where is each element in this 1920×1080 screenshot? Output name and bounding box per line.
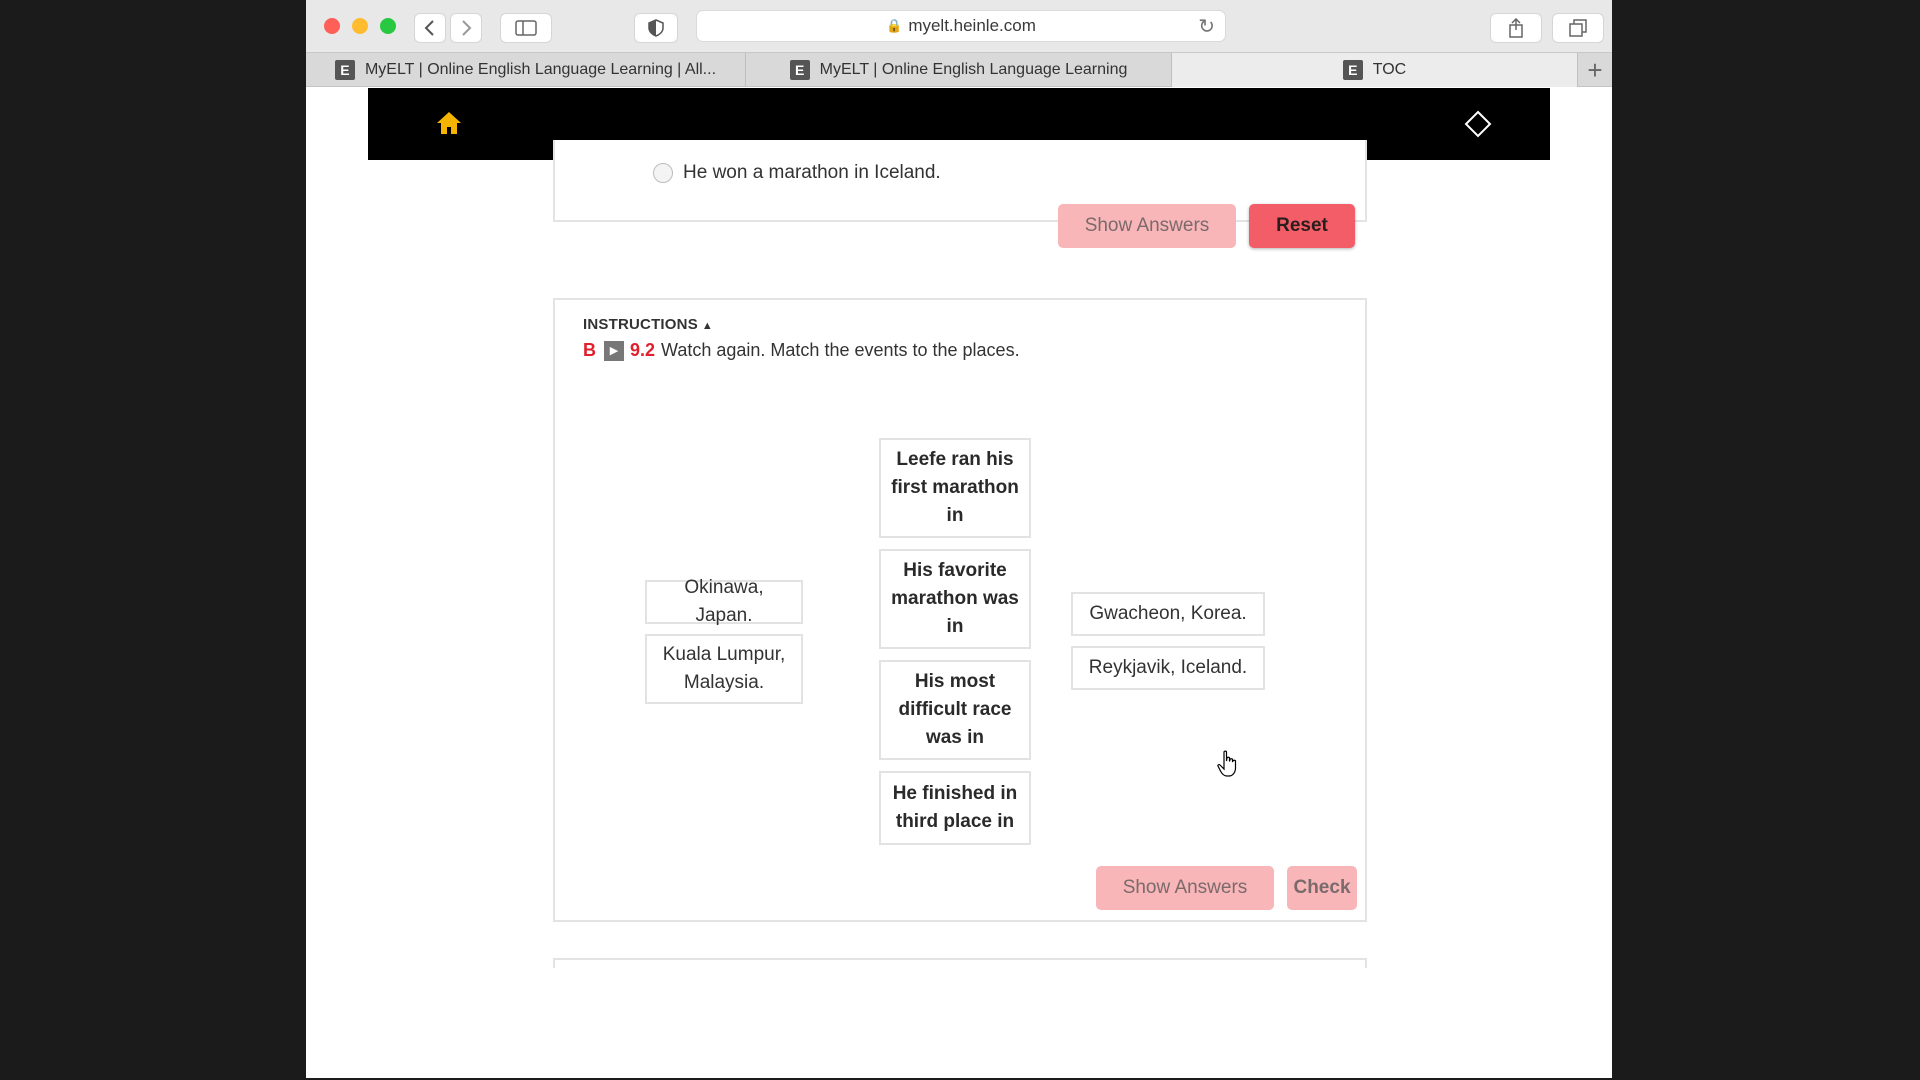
tabs-overview-button[interactable]	[1552, 13, 1604, 43]
tab-favicon: E	[334, 60, 355, 80]
triangle-up-icon: ▲	[701, 320, 713, 332]
answer-option-label: He won a marathon in Iceland.	[683, 162, 941, 183]
draggable-place-gwacheon[interactable]: Gwacheon, Korea.	[1071, 592, 1265, 636]
radio-button[interactable]	[653, 163, 673, 183]
back-button[interactable]	[414, 13, 446, 43]
share-icon	[1509, 18, 1523, 38]
chevron-left-icon	[424, 20, 434, 36]
sidebar-icon	[515, 20, 537, 36]
draggable-place-kuala-lumpur[interactable]: Kuala Lumpur, Malaysia.	[645, 634, 803, 704]
answer-option[interactable]: He won a marathon in Iceland.	[653, 162, 941, 184]
new-tab-button[interactable]: +	[1578, 53, 1612, 87]
show-answers-button[interactable]: Show Answers	[1058, 204, 1236, 248]
reload-icon[interactable]: ↻	[1198, 14, 1215, 39]
instructions-toggle[interactable]: INSTRUCTIONS ▲	[583, 316, 713, 333]
exercise-b-card: INSTRUCTIONS ▲ B ▶ 9.2 Watch again. Match…	[553, 298, 1367, 922]
diamond-icon[interactable]	[1464, 110, 1492, 138]
show-answers-button[interactable]: Show Answers	[1096, 866, 1274, 910]
close-window-button[interactable]	[324, 18, 340, 34]
tab-myelt-all[interactable]: E MyELT | Online English Language Learni…	[306, 53, 746, 87]
exercise-letter: B	[583, 340, 596, 360]
address-bar[interactable]: 🔒 myelt.heinle.com ↻	[696, 10, 1226, 42]
hand-cursor-icon	[1217, 750, 1237, 777]
minimize-window-button[interactable]	[352, 18, 368, 34]
previous-exercise-card: He won a marathon in Iceland. Show Answe…	[553, 140, 1367, 248]
video-number: 9.2	[630, 340, 656, 360]
video-play-icon[interactable]: ▶	[604, 340, 624, 361]
match-prompt[interactable]: Leefe ran his first marathon in	[879, 438, 1031, 538]
home-icon[interactable]	[436, 110, 462, 136]
tab-toc[interactable]: E TOC	[1172, 53, 1578, 87]
shield-icon	[648, 19, 664, 37]
tab-title: MyELT | Online English Language Learning…	[364, 61, 717, 78]
tab-favicon: E	[1342, 60, 1363, 80]
match-prompt[interactable]: His favorite marathon was in	[879, 549, 1031, 649]
url-text: myelt.heinle.com	[908, 16, 1036, 35]
next-exercise-card	[553, 958, 1367, 968]
tab-myelt[interactable]: E MyELT | Online English Language Learni…	[746, 53, 1172, 87]
draggable-place-reykjavik[interactable]: Reykjavik, Iceland.	[1071, 646, 1265, 690]
tab-bar: E MyELT | Online English Language Learni…	[306, 52, 1612, 87]
draggable-place-okinawa[interactable]: Okinawa, Japan.	[645, 577, 803, 626]
tab-title: TOC	[1372, 61, 1407, 78]
maximize-window-button[interactable]	[380, 18, 396, 34]
tab-title: MyELT | Online English Language Learning	[819, 61, 1128, 78]
browser-toolbar: 🔒 myelt.heinle.com ↻	[306, 0, 1612, 52]
instruction-text: Watch again. Match the events to the pla…	[661, 340, 1020, 360]
instruction-line: B ▶ 9.2 Watch again. Match the events to…	[583, 340, 1020, 361]
reset-button[interactable]: Reset	[1249, 204, 1355, 248]
lock-icon: 🔒	[886, 18, 903, 33]
page-content: He won a marathon in Iceland. Show Answe…	[306, 140, 1612, 1078]
share-button[interactable]	[1490, 13, 1542, 43]
sidebar-toggle-button[interactable]	[500, 13, 552, 43]
tab-favicon: E	[789, 60, 810, 80]
match-prompt[interactable]: His most difficult race was in	[879, 660, 1031, 760]
privacy-shield-button[interactable]	[634, 13, 678, 43]
instructions-label: INSTRUCTIONS	[583, 316, 698, 333]
tabs-icon	[1569, 19, 1587, 37]
forward-button[interactable]	[450, 13, 482, 43]
check-button[interactable]: Check	[1287, 866, 1357, 910]
chevron-right-icon	[462, 20, 472, 36]
match-prompt[interactable]: He finished in third place in	[879, 771, 1031, 845]
browser-window: 🔒 myelt.heinle.com ↻ E MyELT | Online En…	[306, 0, 1612, 1078]
